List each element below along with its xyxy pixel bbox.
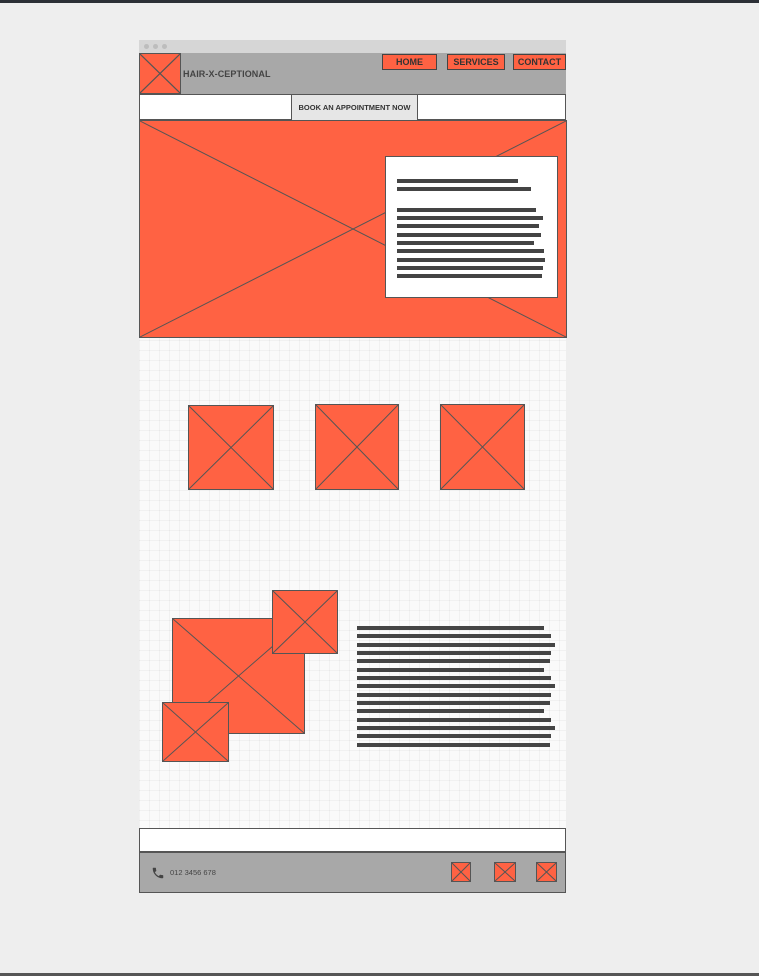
about-text-line	[357, 743, 550, 747]
window-dot	[153, 44, 158, 49]
hero-text-line	[397, 249, 544, 253]
hero-heading-line	[397, 179, 518, 183]
hero-text-line	[397, 216, 543, 220]
social-icon[interactable]	[451, 862, 471, 882]
about-text-line	[357, 626, 544, 630]
about-text-line	[357, 709, 544, 713]
hero-text-line	[397, 224, 539, 228]
about-text-line	[357, 651, 551, 655]
hero-text-line	[397, 208, 536, 212]
hero-text-line	[397, 266, 543, 270]
about-text-line	[357, 718, 551, 722]
social-icon[interactable]	[536, 862, 557, 882]
phone-icon	[152, 867, 164, 879]
hero-text-card	[385, 156, 558, 298]
site-footer: 012 3456 678	[139, 852, 566, 893]
feature-image-placeholder[interactable]	[188, 405, 274, 490]
book-appointment-button[interactable]: BOOK AN APPOINTMENT NOW	[291, 95, 418, 120]
feature-image-placeholder[interactable]	[440, 404, 525, 490]
about-text-line	[357, 676, 551, 680]
hero-text-line	[397, 233, 541, 237]
footer-phone-number: 012 3456 678	[170, 868, 216, 877]
about-text-line	[357, 726, 555, 730]
about-text-line	[357, 634, 551, 638]
logo-text: HAIR-X-CEPTIONAL	[183, 69, 271, 79]
browser-chrome	[139, 40, 566, 53]
about-text-line	[357, 701, 550, 705]
nav-contact-button[interactable]: CONTACT	[513, 54, 566, 70]
wireframe-page: HAIR-X-CEPTIONAL HOME SERVICES CONTACT B…	[139, 40, 567, 893]
about-text-line	[357, 734, 551, 738]
window-top-bar	[0, 0, 759, 3]
hero-text-line	[397, 241, 534, 245]
booking-bar: BOOK AN APPOINTMENT NOW	[139, 95, 566, 120]
site-header: HAIR-X-CEPTIONAL HOME SERVICES CONTACT	[139, 53, 566, 95]
hero-text-line	[397, 258, 545, 262]
footer-strip	[139, 828, 566, 852]
window-dot	[144, 44, 149, 49]
logo-image-placeholder[interactable]	[139, 53, 181, 94]
nav-services-button[interactable]: SERVICES	[447, 54, 505, 70]
feature-image-placeholder[interactable]	[315, 404, 399, 490]
about-text-line	[357, 693, 551, 697]
hero-text-line	[397, 274, 542, 278]
collage-image-bottom[interactable]	[162, 702, 229, 762]
window-dot	[162, 44, 167, 49]
about-text-line	[357, 668, 544, 672]
social-icon[interactable]	[494, 862, 516, 882]
hero-heading-line	[397, 187, 531, 191]
about-text-line	[357, 659, 550, 663]
about-text-line	[357, 684, 555, 688]
about-text-line	[357, 643, 555, 647]
collage-image-top[interactable]	[272, 590, 338, 654]
nav-home-button[interactable]: HOME	[382, 54, 437, 70]
